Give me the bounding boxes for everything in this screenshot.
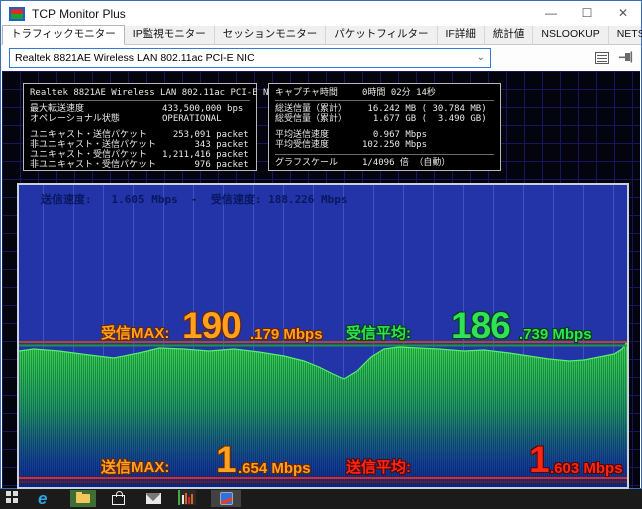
stat-row: 非ユニキャスト・受信パケット 976 packet [30,160,250,170]
chevron-down-icon[interactable]: ⌄ [477,52,485,63]
stat-row: ユニキャスト・送信パケット 253,091 packet [30,130,250,140]
active-app-icon [220,492,233,505]
close-button[interactable]: ✕ [605,1,641,26]
recv-max-value: 190 [182,309,241,343]
store-taskbar-button[interactable] [112,491,125,505]
minimize-button[interactable]: — [533,1,569,26]
stat-row: キャプチャ時間0時間 02分 14秒 [275,88,494,98]
nic-select-value: Realtek 8821AE Wireless LAN 802.11ac PCI… [15,52,255,64]
taskbar: e [0,489,642,508]
send-avg-label: 送信平均: [346,456,415,477]
capture-stats-panel: キャプチャ時間0時間 02分 14秒 総送信量（累計） 16.242 MB ( … [268,83,501,171]
panel-divider [30,98,250,101]
recv-max-frac: .179 Mbps [250,326,323,343]
stat-row: 総送信量（累計） 16.242 MB ( 30.784 MB) [275,104,494,114]
recv-max-label: 受信MAX: [101,322,174,343]
stat-row: 平均受信速度102.250 Mbps [275,140,494,150]
pin-icon[interactable] [618,51,633,64]
send-max-value: 1 [216,443,236,477]
stat-row: 総受信量（累計） 1.677 GB ( 3.490 GB) [275,114,494,124]
stat-row: 非ユニキャスト・送信パケット 343 packet [30,140,250,150]
edge-icon: e [38,489,47,508]
mail-icon [146,493,161,504]
app-icon [9,7,25,21]
monitor-canvas: Realtek 8821AE Wireless LAN 802.11ac PCI… [2,71,640,488]
edge-taskbar-button[interactable]: e [38,491,47,509]
tab-traffic-monitor[interactable]: トラフィックモニター [2,25,125,45]
recv-avg-label: 受信平均: [346,322,415,343]
interface-stats-panel: Realtek 8821AE Wireless LAN 802.11ac PCI… [23,83,257,171]
stat-row: 最大転送速度433,500,000 bps [30,104,250,114]
app-window: TCP Monitor Plus — ☐ ✕ トラフィックモニター IP監視モニ… [0,0,642,489]
traffic-graph: 送信速度: 1.605 Mbps - 受信速度: 188.226 Mbps 受信… [17,183,629,489]
tcp-monitor-icon [178,490,196,505]
send-max-label: 送信MAX: [101,456,174,477]
tcp-monitor-taskbar-button[interactable] [178,490,196,505]
maximize-button[interactable]: ☐ [569,1,605,26]
send-avg-frac: .603 Mbps [550,460,623,477]
tab-nslookup[interactable]: NSLOOKUP [533,26,608,44]
active-app-taskbar-button[interactable] [211,490,241,507]
stat-row: オペレーショナル状態OPERATIONAL [30,114,250,124]
window-title: TCP Monitor Plus [32,7,126,21]
file-explorer-taskbar-button[interactable] [70,490,96,507]
send-max-frac: .654 Mbps [238,460,311,477]
title-bar: TCP Monitor Plus — ☐ ✕ [1,1,641,26]
send-overlay-row: 送信MAX: 1 .654 Mbps 送信平均: 1 .603 Mbps [19,435,627,477]
tab-bar: トラフィックモニター IP監視モニター セッションモニター パケットフィルター … [1,26,641,45]
stat-row: 平均送信速度 0.967 Mbps [275,130,494,140]
stat-row: ユニキャスト・受信パケット1,211,416 packet [30,150,250,160]
send-avg-value: 1 [529,443,549,477]
recv-avg-frac: .739 Mbps [519,326,592,343]
nic-select[interactable]: Realtek 8821AE Wireless LAN 802.11ac PCI… [9,48,491,68]
recv-avg-value: 186 [451,309,510,343]
stat-row: グラフスケール1/4096 倍 （自動） [275,158,494,168]
tab-ip-monitor[interactable]: IP監視モニター [125,26,215,44]
panel-divider [275,98,494,101]
tab-statistics[interactable]: 統計値 [485,26,534,44]
windows-logo-icon [6,491,18,503]
store-bag-icon [112,495,125,505]
current-rate-readout: 送信速度: 1.605 Mbps - 受信速度: 188.226 Mbps [41,191,348,207]
panel-divider [275,152,494,155]
nic-name: Realtek 8821AE Wireless LAN 802.11ac PCI… [30,88,279,98]
mail-taskbar-button[interactable] [146,491,161,504]
toolbar: Realtek 8821AE Wireless LAN 802.11ac PCI… [1,45,641,70]
tab-if-detail[interactable]: IF詳細 [438,26,485,44]
recv-overlay-row: 受信MAX: 190 .179 Mbps 受信平均: 186 .739 Mbps [19,301,627,343]
tab-netstat[interactable]: NETSTAT [609,26,642,44]
tab-packet-filter[interactable]: パケットフィルター [326,26,437,44]
tab-session-monitor[interactable]: セッションモニター [215,26,327,44]
start-button[interactable] [6,491,18,503]
folder-icon [70,490,96,507]
log-list-icon[interactable] [595,52,609,64]
